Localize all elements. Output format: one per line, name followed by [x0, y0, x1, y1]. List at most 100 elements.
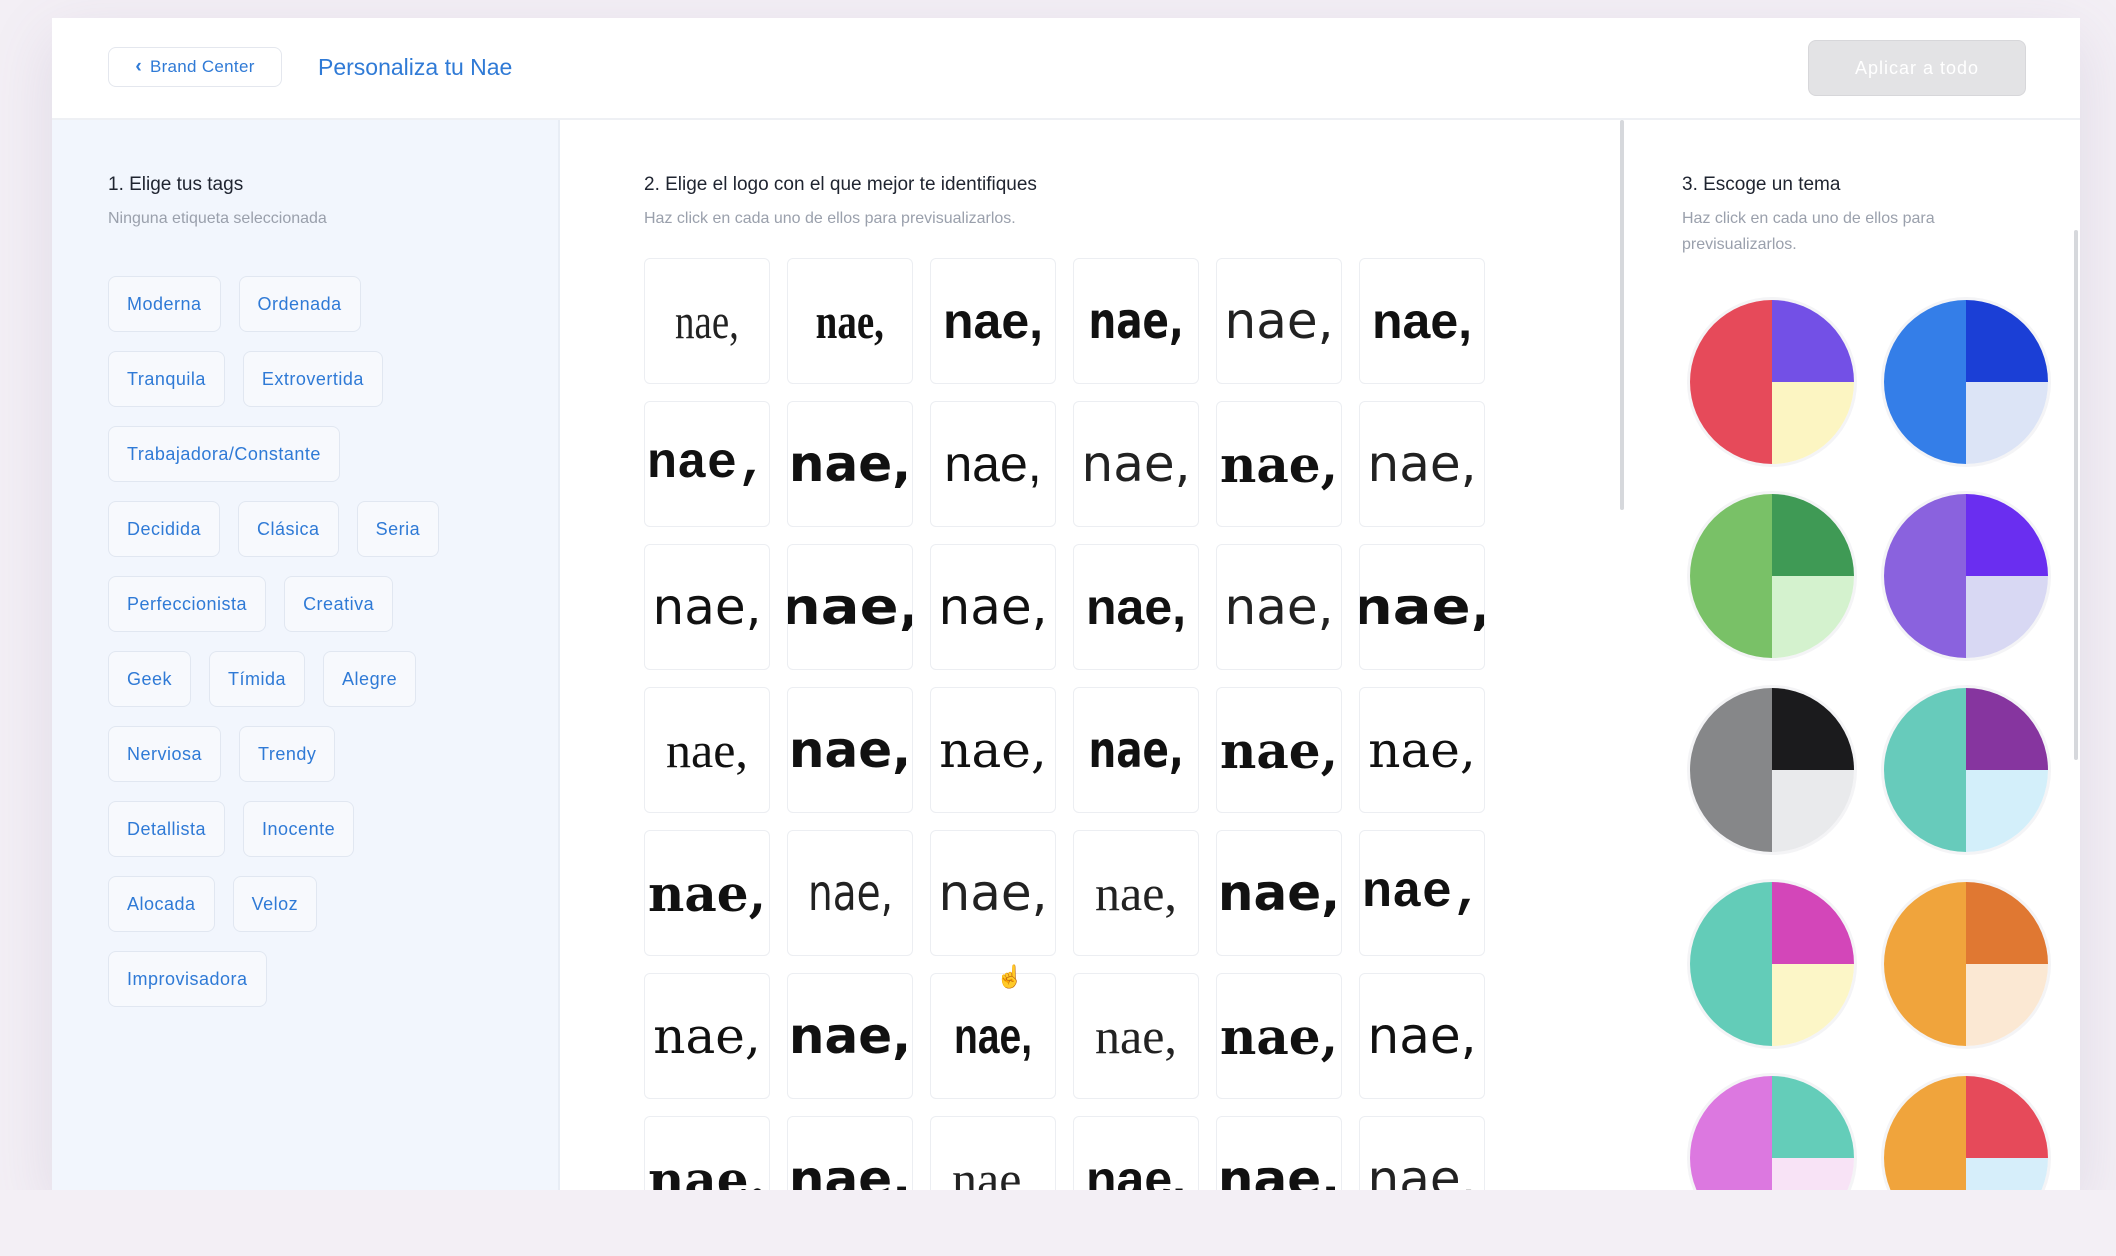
tag-row: Decidida Clásica Seria [108, 501, 528, 557]
logo-wordmark: nae, [1371, 293, 1473, 349]
logo-option[interactable]: nae, [644, 544, 770, 670]
logo-option[interactable]: nae, [644, 687, 770, 813]
theme-option[interactable] [1884, 300, 2048, 464]
logo-option[interactable]: nae, [1073, 401, 1199, 527]
logo-option[interactable]: nae, [1359, 544, 1485, 670]
logo-wordmark: nae, [1368, 721, 1476, 779]
logo-wordmark: nae, [1367, 435, 1477, 493]
theme-option[interactable] [1690, 688, 1854, 852]
logo-option[interactable]: nae, [1359, 973, 1485, 1099]
tag-chip[interactable]: Extrovertida [242, 351, 383, 407]
tag-chip[interactable]: Creativa [284, 576, 394, 632]
logo-option[interactable]: nae, [1359, 687, 1485, 813]
tag-row: Moderna Ordenada [108, 276, 528, 332]
tag-chip[interactable]: Geek [108, 651, 192, 707]
logo-option[interactable]: nae, [644, 258, 770, 384]
logo-wordmark: nae, [1095, 1008, 1177, 1064]
tag-chip[interactable]: Tranquila [108, 351, 225, 407]
logo-wordmark: nae, [807, 864, 893, 922]
logo-option[interactable]: nae, [1073, 973, 1199, 1099]
logo-option[interactable]: nae, [644, 830, 770, 956]
theme-option[interactable] [1690, 1076, 1854, 1190]
logo-wordmark: nae, [953, 1008, 1033, 1064]
theme-scrollbar[interactable] [2074, 230, 2078, 760]
logo-wordmark: nae, [939, 721, 1047, 779]
logo-option[interactable]: nae, [1216, 973, 1342, 1099]
logo-wordmark: nae, [1359, 578, 1484, 636]
tag-chip[interactable]: Nerviosa [108, 726, 222, 782]
tag-list: Moderna Ordenada Tranquila Extrovertida Trab… [108, 276, 528, 1026]
logo-wordmark: nae, [788, 435, 912, 493]
tag-chip[interactable]: Clásica [238, 501, 339, 557]
tag-chip[interactable]: Ordenada [238, 276, 361, 332]
logo-option[interactable]: nae, [787, 830, 913, 956]
logo-option[interactable]: nae, [644, 973, 770, 1099]
logo-option[interactable]: nae, [1359, 258, 1485, 384]
logo-option[interactable]: nae, [930, 258, 1056, 384]
logo-option[interactable]: nae. [787, 1116, 913, 1190]
logo-option[interactable]: nae, [1359, 830, 1485, 956]
logo-option[interactable]: nae, [1216, 687, 1342, 813]
logo-option[interactable]: nae, [930, 973, 1056, 1099]
logo-option[interactable]: nae, [787, 687, 913, 813]
logo-option[interactable]: nae, [930, 401, 1056, 527]
logo-option[interactable]: nae, [930, 687, 1056, 813]
tag-chip[interactable]: Improvisadora [108, 951, 267, 1007]
logo-wordmark: nae, [652, 578, 762, 636]
tag-chip[interactable]: Alegre [323, 651, 417, 707]
theme-option[interactable] [1690, 300, 1854, 464]
tag-chip[interactable]: Trendy [239, 726, 336, 782]
logo-wordmark: nae, [1220, 434, 1338, 494]
logo-wordmark: nae, [1220, 1006, 1338, 1066]
logo-option[interactable]: nae, [930, 544, 1056, 670]
theme-option[interactable] [1884, 494, 2048, 658]
tag-chip[interactable]: Inocente [243, 801, 355, 857]
logo-option[interactable]: nae, [787, 544, 913, 670]
logo-option[interactable]: nae, [1073, 258, 1199, 384]
logo-option[interactable]: nae. [1359, 1116, 1485, 1190]
tag-chip[interactable]: Seria [356, 501, 440, 557]
logo-option[interactable]: nae, [1216, 258, 1342, 384]
theme-option[interactable] [1884, 688, 2048, 852]
logo-wordmark: nae, [787, 578, 912, 636]
back-to-brand-center-button[interactable]: ‹ Brand Center [108, 47, 282, 87]
logo-wordmark: nae, [1220, 720, 1338, 780]
tag-chip[interactable]: Perfeccionista [108, 576, 267, 632]
logo-wordmark: nae. [952, 1151, 1034, 1190]
theme-option[interactable] [1690, 882, 1854, 1046]
logo-option[interactable]: nae, [930, 830, 1056, 956]
logo-option[interactable]: nae, [1216, 401, 1342, 527]
logo-wordmark: nae, [815, 293, 885, 349]
logo-option[interactable]: nae, [1359, 401, 1485, 527]
tag-chip[interactable]: Tímida [209, 651, 306, 707]
tag-chip[interactable]: Detallista [108, 801, 226, 857]
logo-option[interactable]: nae. [644, 1116, 770, 1190]
tag-chip[interactable]: Decidida [108, 501, 221, 557]
logo-option[interactable]: nae, [787, 258, 913, 384]
logo-option[interactable]: nae, [1216, 544, 1342, 670]
apply-to-all-button[interactable]: Aplicar a todo [1808, 40, 2026, 96]
tag-chip[interactable]: Alocada [108, 876, 215, 932]
logo-grid: nae, nae, nae, nae, nae, nae, nae, nae, nae, nae,… [644, 258, 1485, 1190]
logo-option[interactable]: nae, [1216, 830, 1342, 956]
logo-wordmark: nae, [1085, 579, 1187, 635]
tag-row: Alocada Veloz [108, 876, 528, 932]
logo-option[interactable]: nae, [787, 401, 913, 527]
tag-row: Perfeccionista Creativa [108, 576, 528, 632]
tag-chip[interactable]: Veloz [232, 876, 318, 932]
theme-option[interactable] [1884, 882, 2048, 1046]
logo-option[interactable]: nae, [1073, 687, 1199, 813]
logo-wordmark: nae, [646, 435, 768, 493]
theme-option[interactable] [1690, 494, 1854, 658]
logo-option[interactable]: nae. [930, 1116, 1056, 1190]
logo-option[interactable]: nae. [1216, 1116, 1342, 1190]
logo-option[interactable]: nae. [1073, 1116, 1199, 1190]
tag-chip[interactable]: Moderna [108, 276, 221, 332]
logo-wordmark: nae, [1095, 865, 1177, 921]
logo-option[interactable]: nae, [1073, 544, 1199, 670]
logo-option[interactable]: nae, [644, 401, 770, 527]
logo-option[interactable]: nae, [787, 973, 913, 1099]
logo-option[interactable]: nae, [1073, 830, 1199, 956]
theme-option[interactable] [1884, 1076, 2048, 1190]
tag-chip[interactable]: Trabajadora/Constante [108, 426, 340, 482]
